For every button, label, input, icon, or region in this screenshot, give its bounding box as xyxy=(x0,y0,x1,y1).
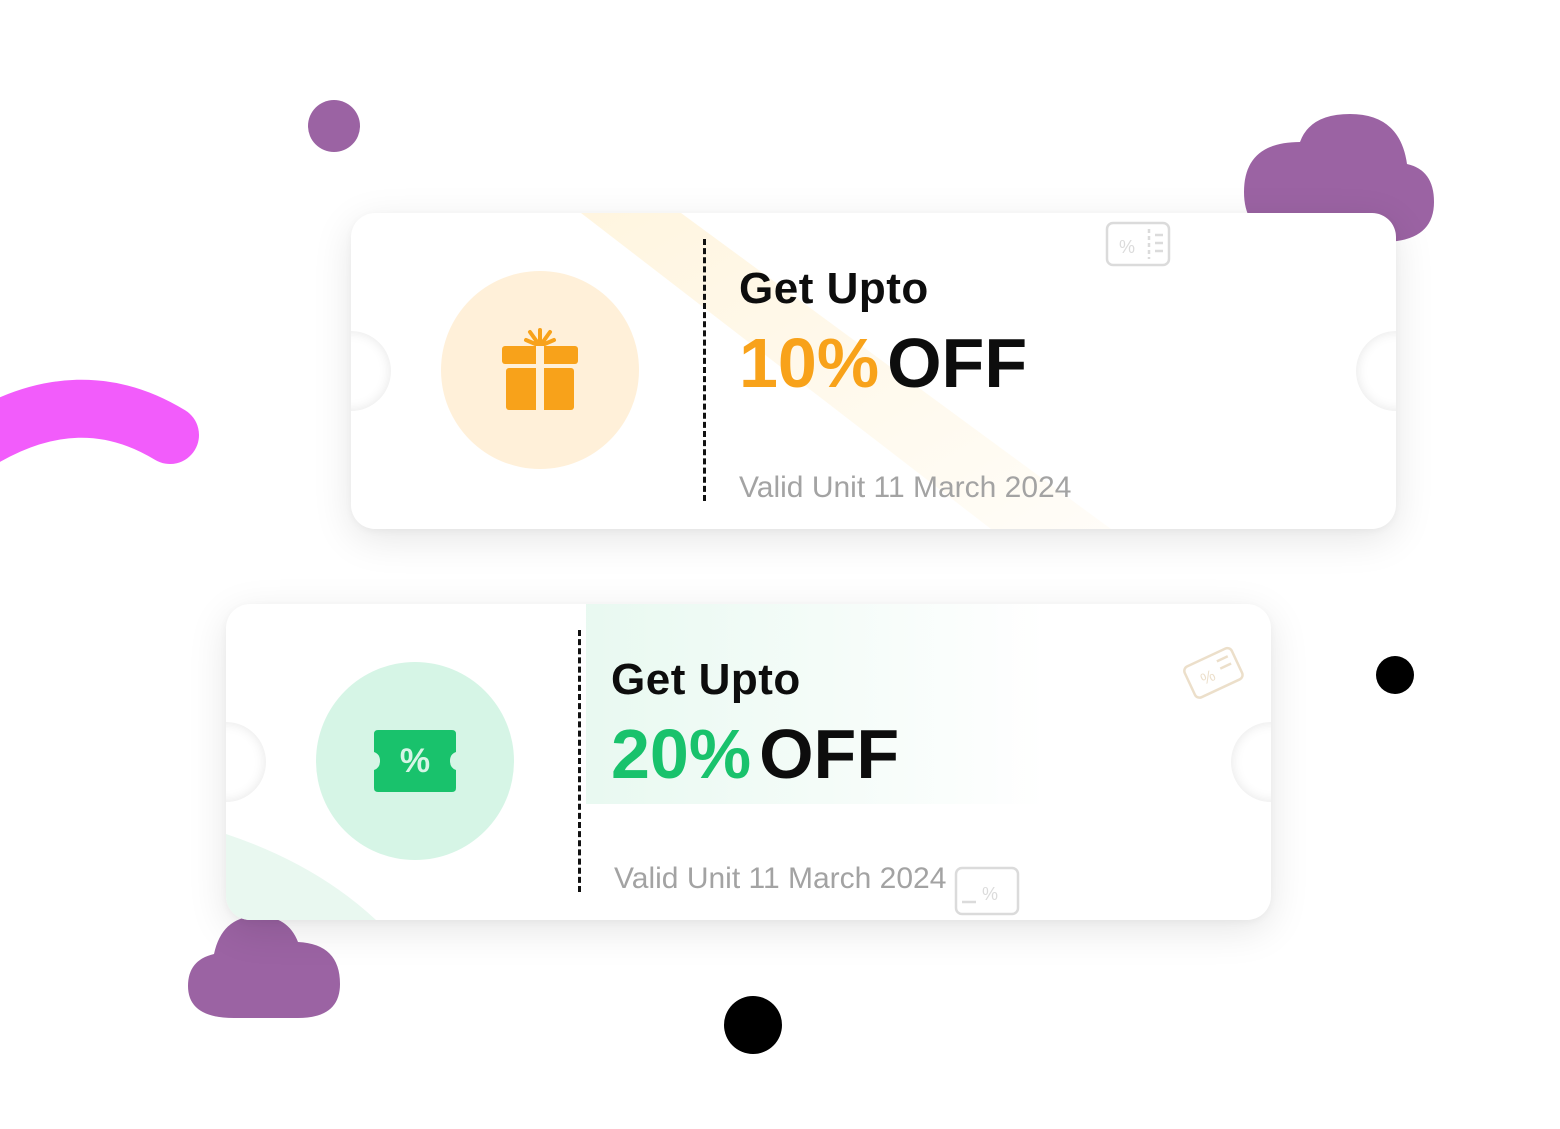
svg-text:%: % xyxy=(400,742,430,780)
ticket-notch-left xyxy=(351,331,391,411)
coupon-watermark-icon: % xyxy=(1183,646,1244,699)
coupon-headline: Get Upto xyxy=(611,655,801,704)
discount-amount: 20% OFF xyxy=(611,716,899,792)
decor-dot-black-large xyxy=(724,996,782,1054)
coupon-headline: Get Upto xyxy=(739,264,929,313)
icon-circle: % xyxy=(316,662,514,860)
coupon-card-20-off[interactable]: % Get Upto 20% OFF Valid Unit 11 March 20… xyxy=(226,604,1271,920)
discount-off-label: OFF xyxy=(759,715,900,793)
validity-text: Valid Unit 11 March 2024 xyxy=(739,471,1072,504)
ticket-notch-left xyxy=(226,722,266,802)
coupon-watermark-icon: % xyxy=(954,866,1020,916)
decor-dot-black-small xyxy=(1376,656,1414,694)
icon-circle xyxy=(441,271,639,469)
discount-percent: 20% xyxy=(611,715,752,793)
discount-ticket-icon: % xyxy=(374,730,456,792)
decor-magenta-arc xyxy=(0,379,199,464)
discount-amount: 10% OFF xyxy=(739,325,1027,401)
decor-cloud-bottom xyxy=(188,916,340,1018)
gift-icon xyxy=(502,328,578,410)
discount-percent: 10% xyxy=(739,324,880,402)
dashed-divider xyxy=(578,630,581,892)
decor-dot-purple xyxy=(308,100,360,152)
coupon-card-10-off[interactable]: Get Upto 10% OFF Valid Unit 11 March 2024… xyxy=(351,213,1396,529)
dashed-divider xyxy=(703,239,706,501)
ticket-notch-right xyxy=(1356,331,1396,411)
ticket-notch-right xyxy=(1231,722,1271,802)
svg-text:%: % xyxy=(982,884,998,904)
svg-text:%: % xyxy=(1198,667,1218,688)
svg-text:%: % xyxy=(1119,237,1135,257)
discount-off-label: OFF xyxy=(887,324,1028,402)
coupon-watermark-icon: % xyxy=(1105,221,1171,267)
validity-text: Valid Unit 11 March 2024 xyxy=(614,862,947,895)
